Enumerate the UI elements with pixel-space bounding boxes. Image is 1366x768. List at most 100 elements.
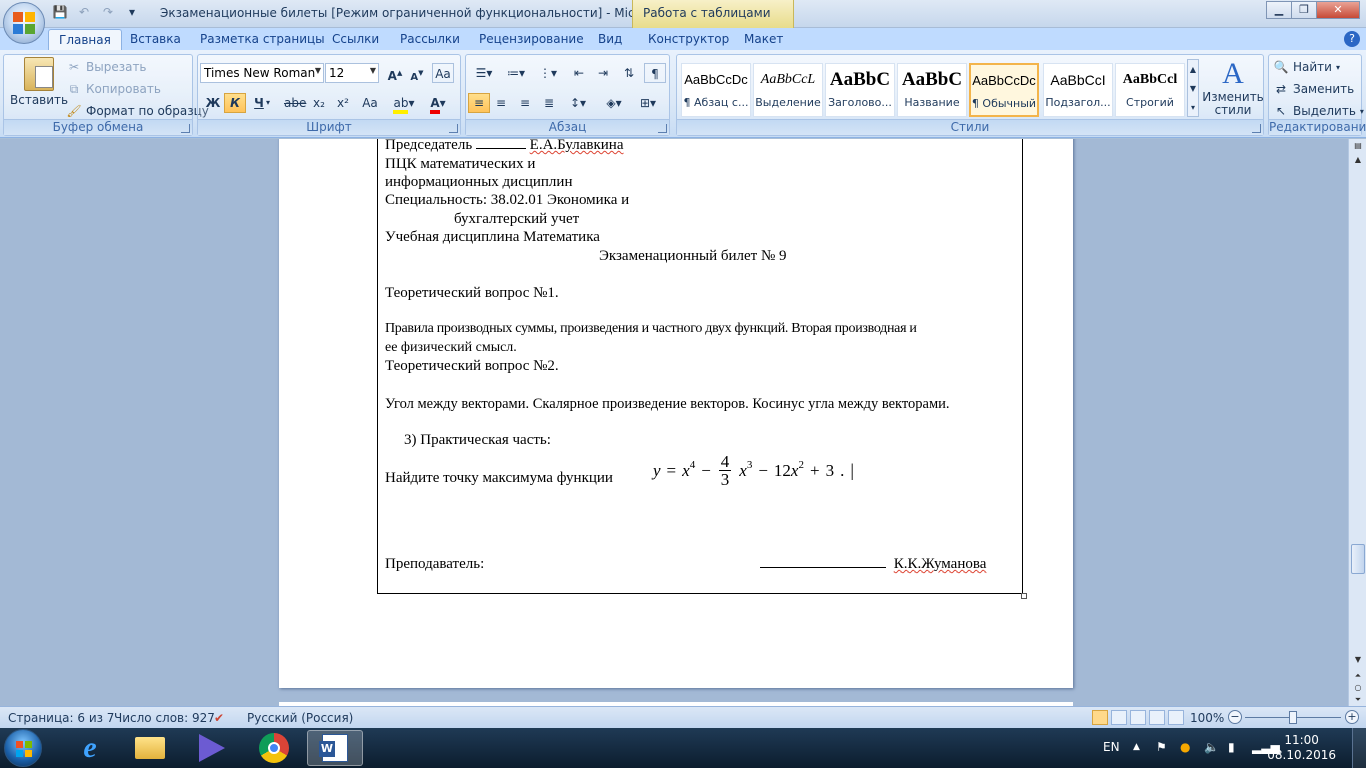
clipboard-launcher-icon[interactable] xyxy=(181,124,190,133)
line-spacing-icon[interactable]: ↕▾ xyxy=(564,93,592,113)
tab-insert[interactable]: Вставка xyxy=(130,32,181,46)
align-right-icon[interactable]: ≡ xyxy=(514,93,536,113)
align-left-icon[interactable]: ≡ xyxy=(468,93,490,113)
action-center-flag-icon[interactable]: ⚑ xyxy=(1156,740,1167,754)
styles-scroll[interactable]: ▲ ▼ ▾ xyxy=(1187,59,1199,117)
full-screen-reading-icon[interactable] xyxy=(1111,710,1127,725)
subscript-button[interactable]: x₂ xyxy=(308,93,330,113)
paragraph-launcher-icon[interactable] xyxy=(658,124,667,133)
ruler-toggle-icon[interactable]: ▤ xyxy=(1352,141,1364,153)
minimize-button[interactable]: ▁ xyxy=(1266,1,1292,19)
word-count[interactable]: Число слов: 927 xyxy=(114,711,215,725)
previous-page-icon[interactable]: ⏶ xyxy=(1352,671,1364,683)
chevron-down-icon[interactable]: ▾ xyxy=(262,93,274,113)
align-center-icon[interactable]: ≡ xyxy=(490,93,512,113)
help-icon[interactable]: ? xyxy=(1344,31,1360,47)
strikethrough-button[interactable]: abe xyxy=(284,93,306,113)
select-button[interactable]: ↖ Выделить ▾ xyxy=(1273,103,1364,119)
antivirus-icon[interactable]: ● xyxy=(1180,740,1190,754)
style-heading[interactable]: AaBbC Заголово... xyxy=(825,63,895,117)
media-player-icon[interactable] xyxy=(184,730,240,766)
font-size-combo[interactable]: 12 ▼ xyxy=(325,63,379,83)
increase-indent-icon[interactable]: ⇥ xyxy=(592,63,614,83)
styles-launcher-icon[interactable] xyxy=(1252,124,1261,133)
word-icon[interactable]: W xyxy=(307,730,363,766)
style-emphasis[interactable]: AaBbCcL Выделение xyxy=(753,63,823,117)
zoom-out-icon[interactable]: − xyxy=(1228,710,1242,724)
highlight-color-icon[interactable]: ab▾ xyxy=(390,93,418,114)
style-list-paragraph[interactable]: AaBbCcDc ¶ Абзац с... xyxy=(681,63,751,117)
internet-explorer-icon[interactable]: e xyxy=(62,730,118,766)
file-explorer-icon[interactable] xyxy=(122,730,178,766)
numbering-icon[interactable]: ≔▾ xyxy=(502,63,530,83)
cut-button[interactable]: ✂ Вырезать xyxy=(66,59,147,75)
clear-format-icon[interactable]: Aa xyxy=(432,63,454,83)
borders-icon[interactable]: ⊞▾ xyxy=(634,93,662,113)
document-page[interactable]: Председатель Е.А.Булавкина ПЦК математич… xyxy=(279,139,1073,688)
table-resize-handle[interactable] xyxy=(1021,593,1027,599)
justify-icon[interactable]: ≣ xyxy=(538,93,560,113)
format-painter-button[interactable]: 🖌 Формат по образцу xyxy=(66,103,209,119)
browse-object-icon[interactable]: ○ xyxy=(1352,683,1364,695)
tab-layout[interactable]: Макет xyxy=(744,32,783,46)
scroll-down-icon[interactable]: ▼ xyxy=(1352,655,1364,667)
sort-icon[interactable]: ⇅ xyxy=(618,63,640,83)
bullets-icon[interactable]: ☰▾ xyxy=(470,63,498,83)
tab-review[interactable]: Рецензирование xyxy=(479,32,584,46)
tab-mailings[interactable]: Рассылки xyxy=(400,32,460,46)
replace-button[interactable]: ⇄ Заменить xyxy=(1273,81,1354,97)
zoom-in-icon[interactable]: + xyxy=(1345,710,1359,724)
qat-customize-icon[interactable]: ▾ xyxy=(124,4,140,20)
print-layout-view-icon[interactable] xyxy=(1092,710,1108,725)
scroll-up-icon[interactable]: ▲ xyxy=(1352,155,1364,167)
style-strong[interactable]: AaBbCcl Строгий xyxy=(1115,63,1185,117)
style-normal[interactable]: AaBbCcDc ¶ Обычный xyxy=(969,63,1039,117)
italic-button[interactable]: К xyxy=(224,93,246,113)
maximize-button[interactable]: ❐ xyxy=(1291,1,1317,19)
font-launcher-icon[interactable] xyxy=(449,124,458,133)
tab-home[interactable]: Главная xyxy=(48,29,122,51)
document-area[interactable]: Председатель Е.А.Булавкина ПЦК математич… xyxy=(0,139,1348,706)
language[interactable]: Русский (Россия) xyxy=(247,711,353,725)
shrink-font-icon[interactable]: A▼ xyxy=(406,63,428,83)
bold-button[interactable]: Ж xyxy=(202,93,224,113)
tab-references[interactable]: Ссылки xyxy=(332,32,379,46)
web-layout-icon[interactable] xyxy=(1130,710,1146,725)
input-language[interactable]: EN xyxy=(1103,740,1120,754)
change-styles-button[interactable]: A Изменить стили xyxy=(1202,57,1264,117)
grow-font-icon[interactable]: A▲ xyxy=(384,63,406,83)
redo-icon[interactable]: ↷ xyxy=(100,4,116,20)
page-count[interactable]: Страница: 6 из 7 xyxy=(8,711,114,725)
font-color-icon[interactable]: A▾ xyxy=(424,93,452,114)
style-title[interactable]: AaBbC Название xyxy=(897,63,967,117)
style-subtitle[interactable]: AaBbCcI Подзагол... xyxy=(1043,63,1113,117)
vertical-scrollbar[interactable]: ▤ ▲ ▼ ⏶ ○ ⏷ xyxy=(1348,139,1366,706)
volume-icon[interactable]: 🔈 xyxy=(1204,740,1219,754)
proofing-icon[interactable]: ✔ xyxy=(214,711,224,725)
chrome-icon[interactable] xyxy=(246,730,302,766)
zoom-slider-thumb[interactable] xyxy=(1289,711,1297,724)
save-icon[interactable]: 💾 xyxy=(52,4,68,20)
battery-icon[interactable]: ▮ xyxy=(1228,740,1235,754)
show-hidden-icons-icon[interactable]: ▲ xyxy=(1133,742,1140,752)
scrollbar-thumb[interactable] xyxy=(1351,544,1365,574)
copy-button[interactable]: ⧉ Копировать xyxy=(66,81,161,97)
undo-icon[interactable]: ↶ xyxy=(76,4,92,20)
multilevel-list-icon[interactable]: ⋮▾ xyxy=(534,63,562,83)
change-case-button[interactable]: Aa xyxy=(356,93,384,113)
tab-design[interactable]: Конструктор xyxy=(648,32,729,46)
close-button[interactable]: ✕ xyxy=(1316,1,1360,19)
shading-icon[interactable]: ◈▾ xyxy=(600,93,628,113)
show-desktop-button[interactable] xyxy=(1352,728,1366,768)
clock[interactable]: 11:00 08.10.2016 xyxy=(1267,733,1336,763)
pilcrow-icon[interactable]: ¶ xyxy=(644,63,666,83)
office-button[interactable] xyxy=(3,2,45,44)
superscript-button[interactable]: x² xyxy=(332,93,354,113)
tab-view[interactable]: Вид xyxy=(598,32,622,46)
zoom-level[interactable]: 100% xyxy=(1190,711,1224,725)
draft-view-icon[interactable] xyxy=(1168,710,1184,725)
paste-button[interactable]: Вставить xyxy=(10,57,68,107)
find-button[interactable]: 🔍 Найти ▾ xyxy=(1273,59,1340,75)
font-name-combo[interactable]: Times New Roman ▼ xyxy=(200,63,324,83)
outline-view-icon[interactable] xyxy=(1149,710,1165,725)
